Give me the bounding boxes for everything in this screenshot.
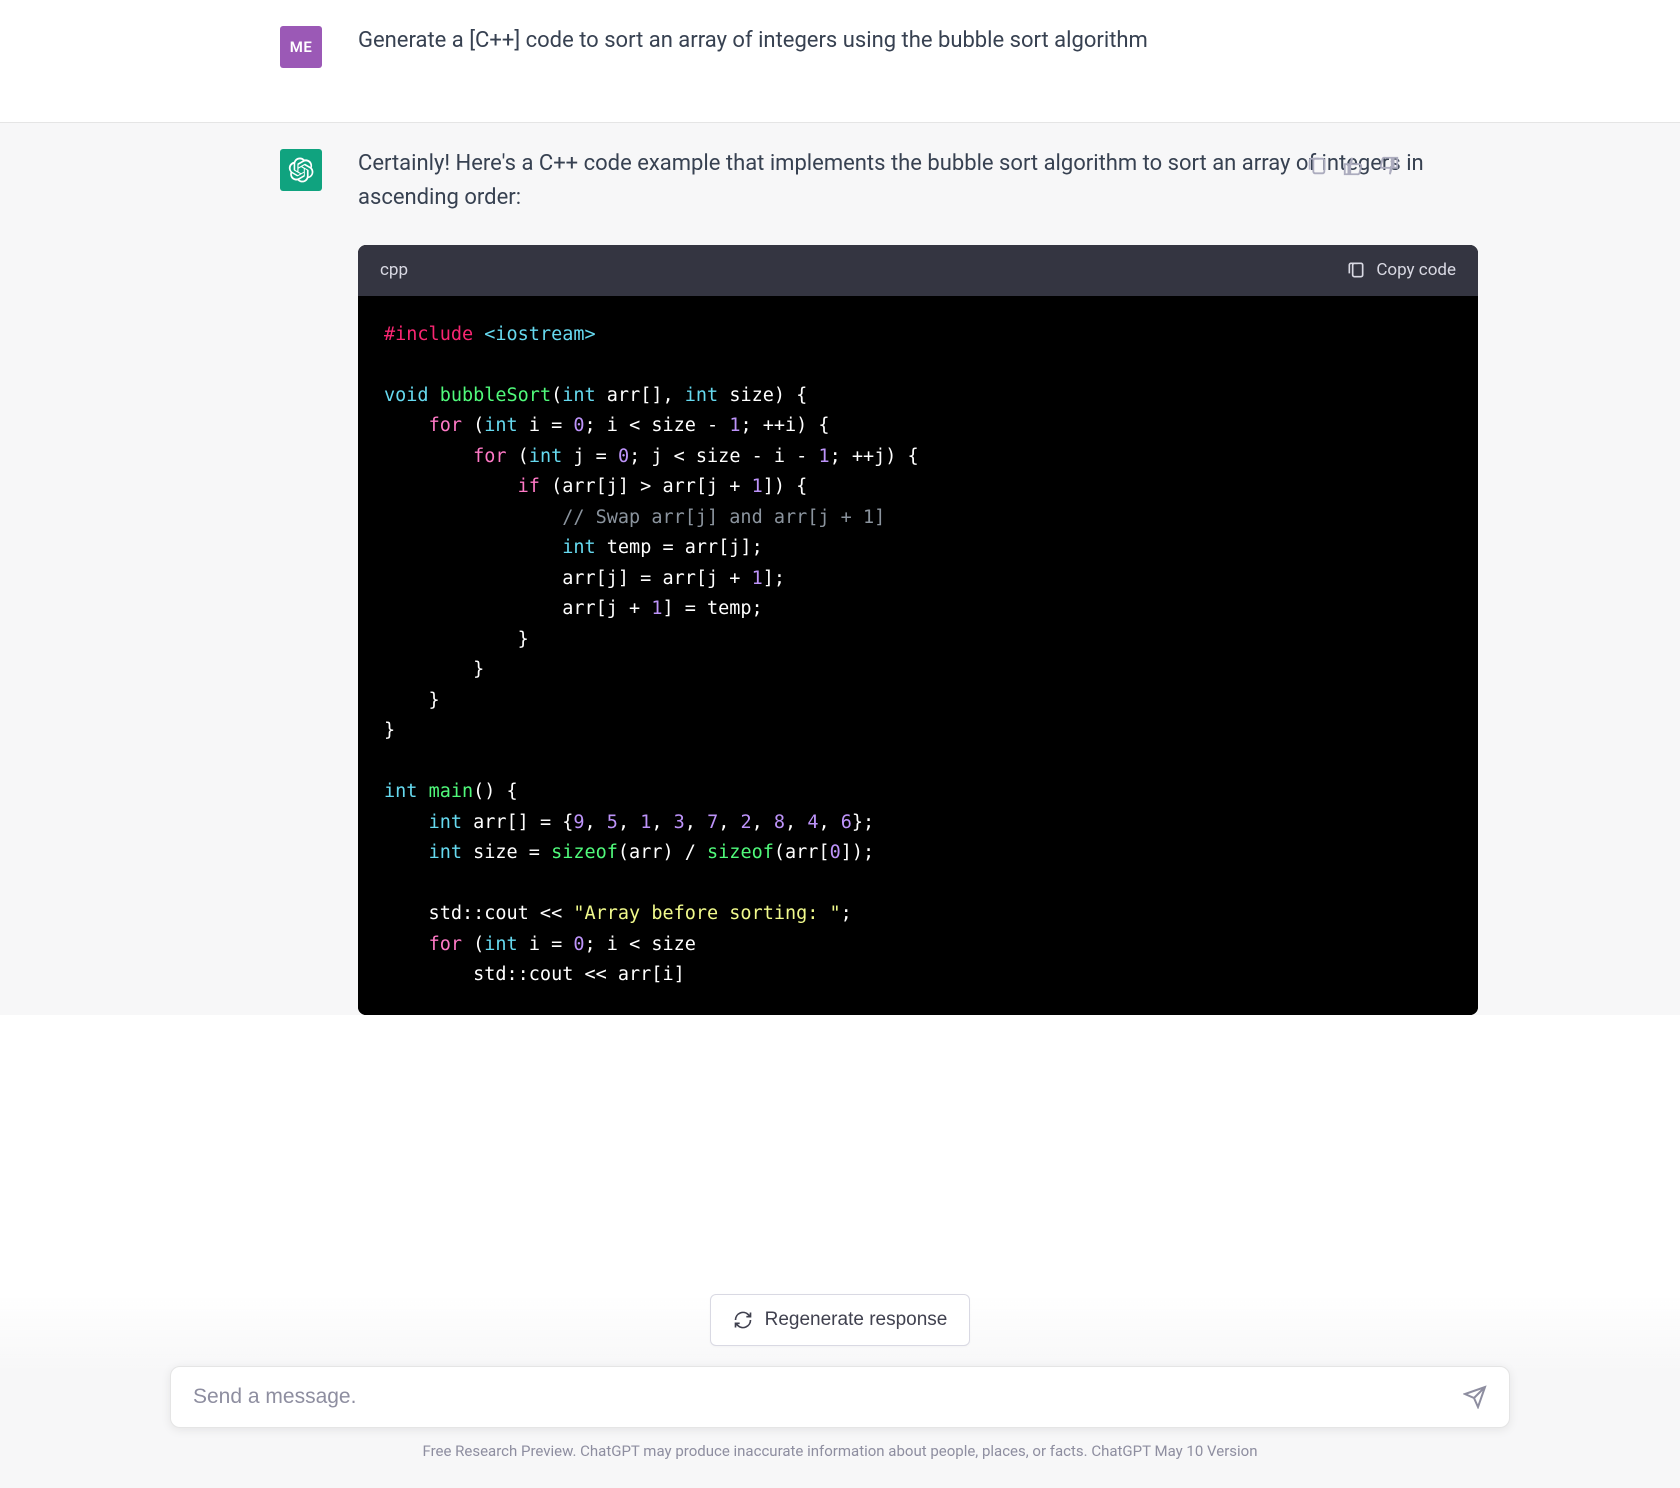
code-block: cpp Copy code #include <iostream> void b… bbox=[358, 245, 1478, 1015]
thumbs-up-button[interactable] bbox=[1342, 155, 1364, 177]
thumbs-down-icon bbox=[1378, 155, 1400, 177]
refresh-icon bbox=[733, 1310, 753, 1330]
user-message-text: Generate a [C++] code to sort an array o… bbox=[358, 24, 1400, 68]
user-message-row: ME Generate a [C++] code to sort an arra… bbox=[0, 0, 1680, 123]
user-avatar-label: ME bbox=[290, 38, 313, 56]
assistant-avatar bbox=[280, 149, 322, 191]
regenerate-label: Regenerate response bbox=[765, 1309, 948, 1331]
assistant-message-row: Certainly! Here's a C++ code example tha… bbox=[0, 123, 1680, 1015]
user-avatar: ME bbox=[280, 26, 322, 68]
message-actions bbox=[1306, 155, 1400, 177]
copy-code-button[interactable]: Copy code bbox=[1346, 257, 1456, 283]
conversation: ME Generate a [C++] code to sort an arra… bbox=[0, 0, 1680, 1015]
thumbs-down-button[interactable] bbox=[1378, 155, 1400, 177]
clipboard-icon bbox=[1346, 260, 1366, 280]
input-area: Regenerate response Free Research Previe… bbox=[0, 1294, 1680, 1488]
send-icon bbox=[1463, 1385, 1487, 1409]
thumbs-up-icon bbox=[1342, 155, 1364, 177]
send-button[interactable] bbox=[1463, 1385, 1487, 1409]
code-content[interactable]: #include <iostream> void bubbleSort(int … bbox=[358, 296, 1478, 1015]
code-block-header: cpp Copy code bbox=[358, 245, 1478, 295]
assistant-message-content: Certainly! Here's a C++ code example tha… bbox=[358, 147, 1598, 1015]
user-message: ME Generate a [C++] code to sort an arra… bbox=[280, 24, 1400, 68]
openai-logo-icon bbox=[288, 157, 314, 183]
copy-code-label: Copy code bbox=[1376, 257, 1456, 283]
message-input[interactable] bbox=[193, 1385, 1463, 1409]
assistant-message: Certainly! Here's a C++ code example tha… bbox=[280, 147, 1400, 1015]
regenerate-button[interactable]: Regenerate response bbox=[710, 1294, 971, 1346]
message-input-container bbox=[170, 1366, 1510, 1428]
code-language-label: cpp bbox=[380, 257, 408, 283]
footer-disclaimer: Free Research Preview. ChatGPT may produ… bbox=[170, 1442, 1510, 1460]
clipboard-icon bbox=[1306, 155, 1328, 177]
copy-message-button[interactable] bbox=[1306, 155, 1328, 177]
